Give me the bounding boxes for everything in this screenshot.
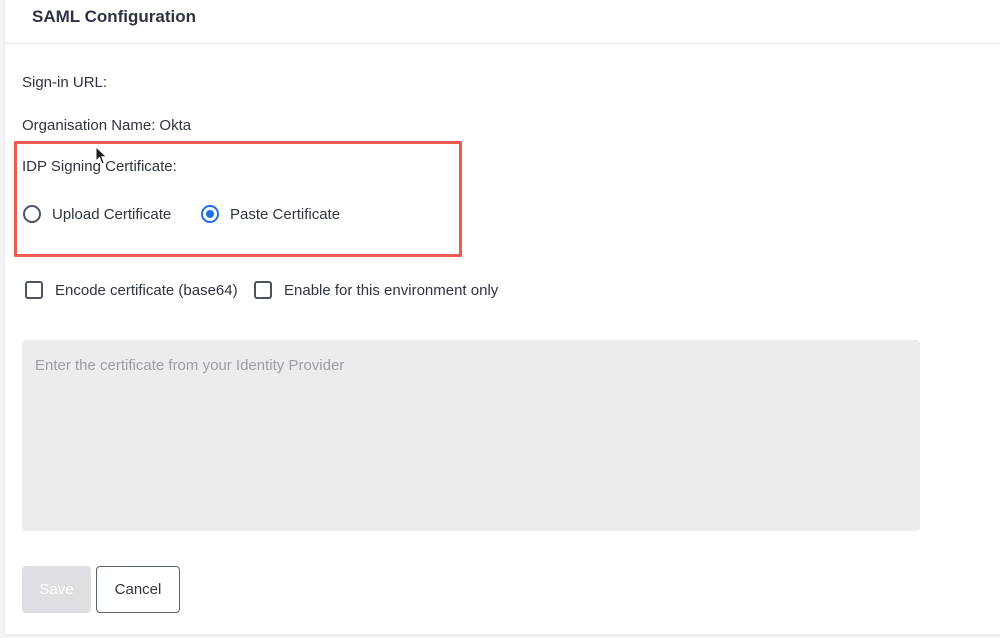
sign-in-url-label: Sign-in URL: xyxy=(22,74,108,91)
checkbox-encode-label: Encode certificate (base64) xyxy=(55,281,238,299)
organisation-name-row: Organisation Name: Okta xyxy=(22,117,191,134)
radio-paste-label: Paste Certificate xyxy=(230,205,341,223)
card-header: SAML Configuration xyxy=(5,0,1000,44)
cancel-button[interactable]: Cancel xyxy=(96,566,180,613)
checkbox-environment-label: Enable for this environment only xyxy=(284,281,499,299)
radio-upload-indicator[interactable] xyxy=(23,205,41,223)
radio-paste-indicator[interactable] xyxy=(201,205,219,223)
checkbox-environment-only[interactable]: Enable for this environment only xyxy=(254,278,498,302)
page-title: SAML Configuration xyxy=(32,7,196,26)
organisation-name-value: Okta xyxy=(159,117,192,134)
save-button[interactable]: Save xyxy=(22,566,91,613)
radio-paste-certificate[interactable]: Paste Certificate xyxy=(201,200,340,228)
checkbox-encode-certificate[interactable]: Encode certificate (base64) xyxy=(25,278,238,302)
radio-upload-certificate[interactable]: Upload Certificate xyxy=(23,200,171,228)
mouse-pointer-icon xyxy=(95,146,108,165)
page: SAML Configuration Sign-in URL: Organisa… xyxy=(0,0,1000,638)
radio-upload-label: Upload Certificate xyxy=(52,205,172,223)
organisation-name-label: Organisation Name: xyxy=(22,117,156,134)
checkbox-encode-box[interactable] xyxy=(25,281,43,299)
checkbox-environment-box[interactable] xyxy=(254,281,272,299)
certificate-textarea[interactable] xyxy=(22,340,920,531)
saml-config-card: SAML Configuration Sign-in URL: Organisa… xyxy=(4,0,1000,634)
